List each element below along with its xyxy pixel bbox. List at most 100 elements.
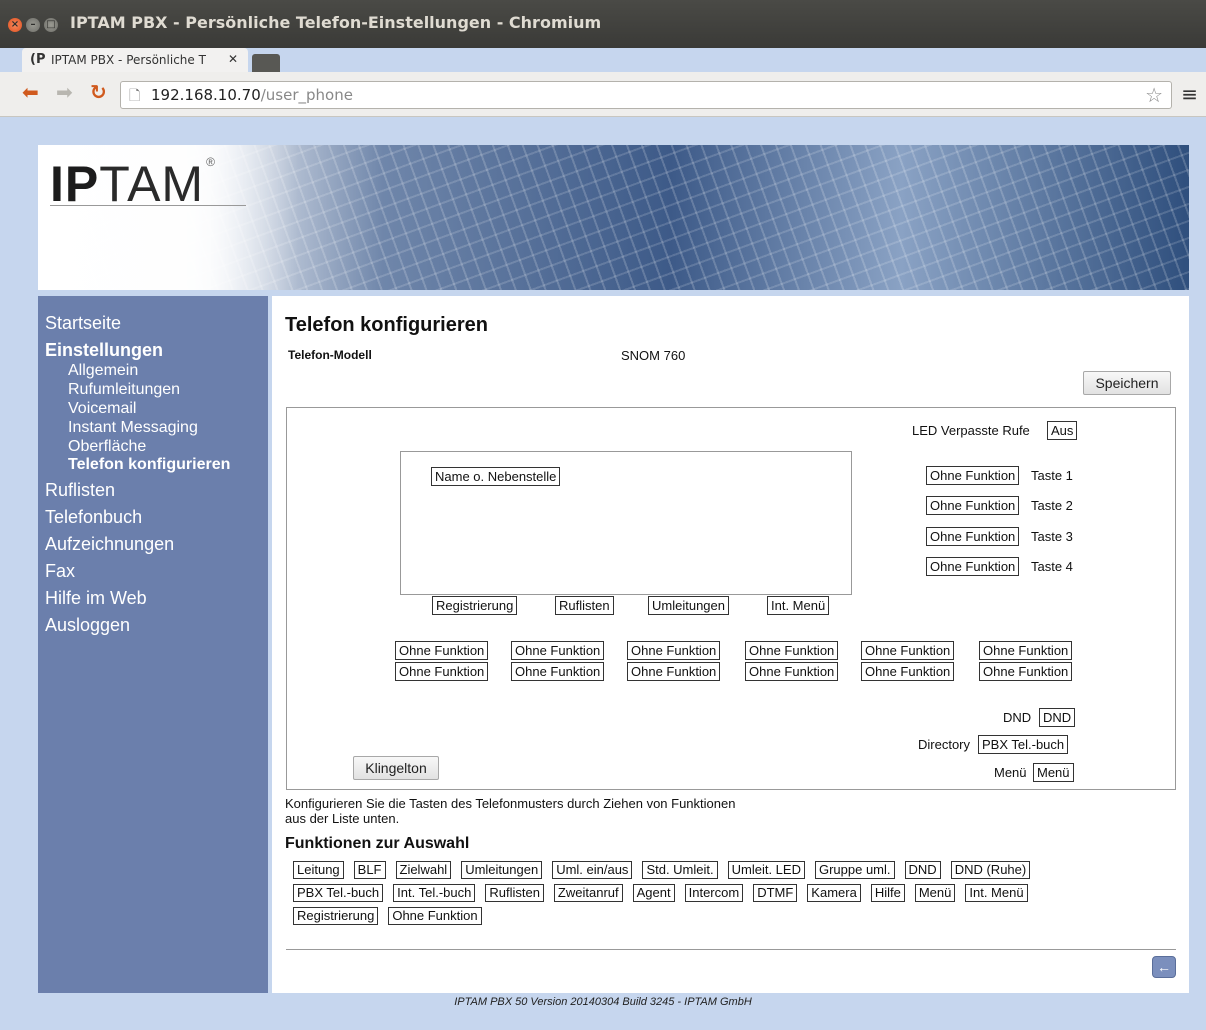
- sidebar-item-allgemein[interactable]: Allgemein: [68, 362, 138, 380]
- url-text[interactable]: 192.168.10.70/user_phone: [151, 86, 353, 104]
- address-bar[interactable]: 🗋 192.168.10.70/user_phone ☆: [120, 81, 1172, 109]
- grid-key[interactable]: Ohne Funktion: [511, 641, 605, 660]
- function-chip[interactable]: DND (Ruhe): [950, 861, 1031, 879]
- soft-key-int-menue[interactable]: Int. Menü: [767, 596, 830, 615]
- directory-label: Directory: [918, 737, 971, 752]
- sidebar-item-ruflisten[interactable]: Ruflisten: [45, 480, 115, 501]
- sidebar-item-aufzeichnungen[interactable]: Aufzeichnungen: [45, 534, 174, 555]
- url-host: 192.168.10.70: [151, 86, 261, 104]
- sidebar-item-startseite[interactable]: Startseite: [45, 313, 121, 334]
- function-chip[interactable]: Uml. ein/aus: [552, 861, 633, 879]
- page-icon: 🗋: [129, 87, 141, 103]
- function-chip[interactable]: BLF: [353, 861, 386, 879]
- sidebar-item-ausloggen[interactable]: Ausloggen: [45, 615, 130, 636]
- function-chip[interactable]: Agent: [632, 884, 675, 902]
- menu-label: Menü: [994, 765, 1027, 780]
- grid-key[interactable]: Ohne Funktion: [395, 641, 489, 660]
- function-chip[interactable]: Zweitanruf: [553, 884, 623, 902]
- phone-model-value: SNOM 760: [621, 348, 686, 363]
- function-chip[interactable]: Hilfe: [870, 884, 905, 902]
- back-arrow-icon[interactable]: ⬅: [22, 80, 39, 104]
- side-key-3-label: Taste 3: [1031, 529, 1073, 544]
- directory-key[interactable]: PBX Tel.-buch: [978, 735, 1069, 754]
- soft-key-umleitungen[interactable]: Umleitungen: [648, 596, 729, 615]
- grid-key[interactable]: Ohne Funktion: [511, 662, 605, 681]
- close-window-icon[interactable]: ×: [8, 18, 22, 32]
- function-chip[interactable]: Ruflisten: [485, 884, 544, 902]
- dnd-key[interactable]: DND: [1039, 708, 1076, 727]
- grid-key[interactable]: Ohne Funktion: [627, 662, 721, 681]
- function-chip[interactable]: Umleitungen: [461, 861, 543, 879]
- grid-key[interactable]: Ohne Funktion: [627, 641, 721, 660]
- window-title: IPTAM PBX - Persönliche Telefon-Einstell…: [70, 13, 602, 32]
- function-chip[interactable]: Std. Umleit.: [642, 861, 718, 879]
- soft-key-ruflisten[interactable]: Ruflisten: [555, 596, 614, 615]
- led-missed-calls-value[interactable]: Aus: [1047, 421, 1078, 440]
- sidebar-item-voicemail[interactable]: Voicemail: [68, 400, 136, 418]
- grid-key[interactable]: Ohne Funktion: [861, 641, 955, 660]
- help-text-line-2: aus der Liste unten.: [285, 811, 400, 826]
- side-key-1-function[interactable]: Ohne Funktion: [926, 466, 1020, 485]
- minimize-window-icon[interactable]: –: [26, 18, 40, 32]
- display-name-key[interactable]: Name o. Nebenstelle: [431, 467, 561, 486]
- side-key-1-label: Taste 1: [1031, 468, 1073, 483]
- function-chip[interactable]: DND: [904, 861, 941, 879]
- sidebar-item-fax[interactable]: Fax: [45, 561, 75, 582]
- function-chip[interactable]: Kamera: [807, 884, 861, 902]
- sidebar-item-einstellungen[interactable]: Einstellungen: [45, 340, 163, 361]
- function-chip[interactable]: Zielwahl: [395, 861, 452, 879]
- help-text: Konfigurieren Sie die Tasten des Telefon…: [285, 796, 735, 826]
- tab-close-icon[interactable]: ✕: [228, 52, 238, 66]
- side-key-3-function[interactable]: Ohne Funktion: [926, 527, 1020, 546]
- sidebar-item-telefonbuch[interactable]: Telefonbuch: [45, 507, 142, 528]
- function-chip[interactable]: Menü: [914, 884, 956, 902]
- back-arrow-icon[interactable]: ←: [1152, 956, 1176, 978]
- forward-arrow-icon[interactable]: ➡: [56, 80, 73, 104]
- soft-key-registrierung[interactable]: Registrierung: [432, 596, 518, 615]
- function-chip[interactable]: Int. Tel.-buch: [393, 884, 476, 902]
- grid-key[interactable]: Ohne Funktion: [395, 662, 489, 681]
- url-path: /user_phone: [260, 86, 353, 104]
- function-chip[interactable]: Registrierung: [293, 907, 379, 925]
- reload-icon[interactable]: ↻: [90, 80, 107, 104]
- help-text-line-1: Konfigurieren Sie die Tasten des Telefon…: [285, 796, 736, 811]
- functions-list: Leitung BLF Zielwahl Umleitungen Uml. ein/au…: [293, 861, 1173, 930]
- phone-layout: LED Verpasste Rufe Aus Name o. Nebenstel…: [286, 407, 1176, 790]
- function-chip[interactable]: Umleit. LED: [727, 861, 805, 879]
- ringtone-button[interactable]: Klingelton: [353, 756, 439, 780]
- side-key-2-label: Taste 2: [1031, 498, 1073, 513]
- page-title: Telefon konfigurieren: [285, 314, 488, 336]
- menu-key[interactable]: Menü: [1033, 763, 1074, 782]
- side-key-2-function[interactable]: Ohne Funktion: [926, 496, 1020, 515]
- function-chip[interactable]: Leitung: [293, 861, 344, 879]
- grid-key[interactable]: Ohne Funktion: [745, 641, 839, 660]
- sidebar-nav: Startseite Einstellungen Allgemein Rufum…: [38, 296, 268, 993]
- registered-mark: ®: [206, 155, 216, 169]
- new-tab-button[interactable]: [252, 54, 280, 72]
- browser-menu-icon[interactable]: ≡: [1181, 82, 1198, 106]
- grid-key[interactable]: Ohne Funktion: [861, 662, 955, 681]
- side-key-4-function[interactable]: Ohne Funktion: [926, 557, 1020, 576]
- function-chip[interactable]: Gruppe uml.: [814, 861, 895, 879]
- function-chip[interactable]: Intercom: [684, 884, 744, 902]
- browser-tab[interactable]: (P IPTAM PBX - Persönliche T ✕: [22, 48, 248, 72]
- function-chip[interactable]: Ohne Funktion: [388, 907, 482, 925]
- grid-key[interactable]: Ohne Funktion: [979, 662, 1073, 681]
- grid-key[interactable]: Ohne Funktion: [745, 662, 839, 681]
- function-chip[interactable]: Int. Menü: [965, 884, 1028, 902]
- sidebar-item-instant-messaging[interactable]: Instant Messaging: [68, 419, 198, 437]
- sidebar-item-rufumleitungen[interactable]: Rufumleitungen: [68, 381, 180, 399]
- browser-toolbar: ⬅ ➡ ↻ 🗋 192.168.10.70/user_phone ☆ ≡: [0, 72, 1206, 117]
- phone-display: Name o. Nebenstelle: [400, 451, 852, 595]
- window-controls: × – □: [8, 14, 62, 32]
- sidebar-item-oberflaeche[interactable]: Oberfläche: [68, 438, 146, 456]
- header-banner: IPTAM ®: [38, 145, 1189, 290]
- save-button[interactable]: Speichern: [1083, 371, 1171, 395]
- grid-key[interactable]: Ohne Funktion: [979, 641, 1073, 660]
- function-chip[interactable]: DTMF: [753, 884, 798, 902]
- sidebar-item-telefon-konfigurieren[interactable]: Telefon konfigurieren: [68, 456, 230, 474]
- bookmark-star-icon[interactable]: ☆: [1145, 83, 1163, 108]
- sidebar-item-hilfe-im-web[interactable]: Hilfe im Web: [45, 588, 147, 609]
- maximize-window-icon[interactable]: □: [44, 18, 58, 32]
- function-chip[interactable]: PBX Tel.-buch: [293, 884, 384, 902]
